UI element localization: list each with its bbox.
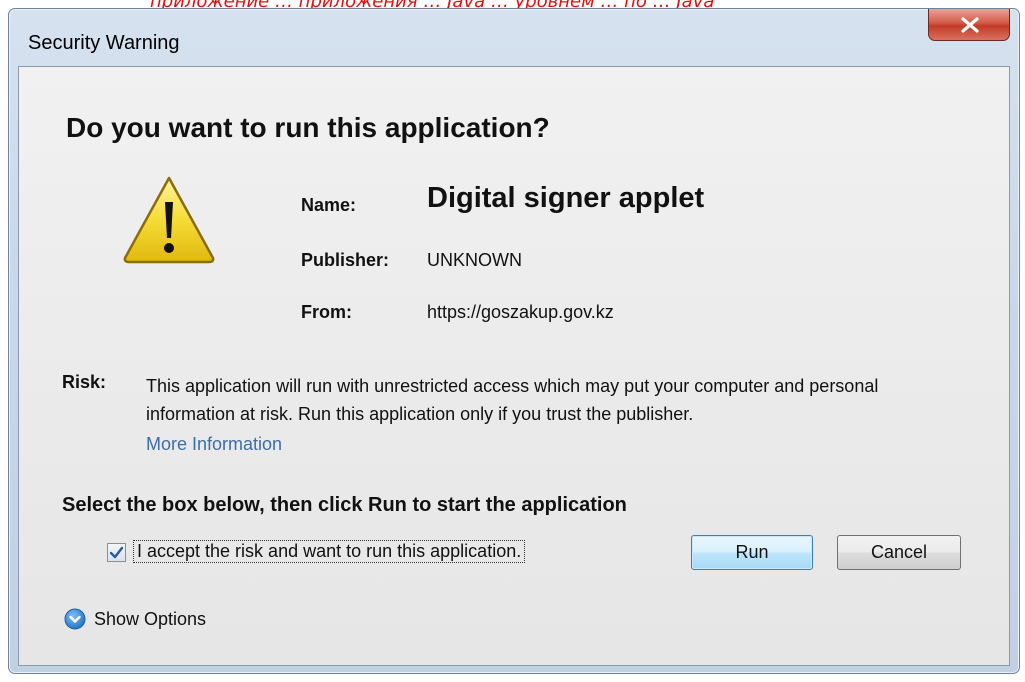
risk-description: This application will run with unrestric… — [146, 376, 879, 424]
warning-triangle-icon — [123, 176, 215, 264]
cancel-button[interactable]: Cancel — [837, 535, 961, 570]
publisher-value: UNKNOWN — [427, 250, 522, 270]
security-warning-dialog: Security Warning Do you want to run this… — [8, 8, 1020, 674]
risk-label: Risk: — [62, 372, 107, 392]
name-label: Name: — [301, 195, 357, 215]
close-button[interactable] — [928, 9, 1010, 41]
from-value: https://goszakup.gov.kz — [427, 302, 614, 322]
dialog-heading: Do you want to run this application? — [66, 112, 550, 143]
accept-risk-label[interactable]: I accept the risk and want to run this a… — [133, 540, 526, 563]
checkmark-icon — [109, 546, 124, 559]
title-bar[interactable]: Security Warning — [9, 9, 1019, 71]
instruction-text: Select the box below, then click Run to … — [62, 494, 627, 516]
close-x-icon — [961, 17, 979, 33]
chevron-down-circle-icon[interactable] — [64, 608, 86, 630]
application-name: Digital signer applet — [427, 182, 705, 214]
run-button[interactable]: Run — [691, 535, 813, 570]
publisher-label: Publisher: — [301, 250, 390, 270]
window-title: Security Warning — [28, 32, 180, 54]
dialog-body: Do you want to run this application? Nam… — [18, 66, 1010, 666]
more-information-link[interactable]: More Information — [146, 434, 282, 455]
accept-risk-checkbox[interactable] — [107, 543, 126, 562]
from-label: From: — [301, 302, 352, 322]
show-options-toggle[interactable]: Show Options — [94, 609, 206, 630]
